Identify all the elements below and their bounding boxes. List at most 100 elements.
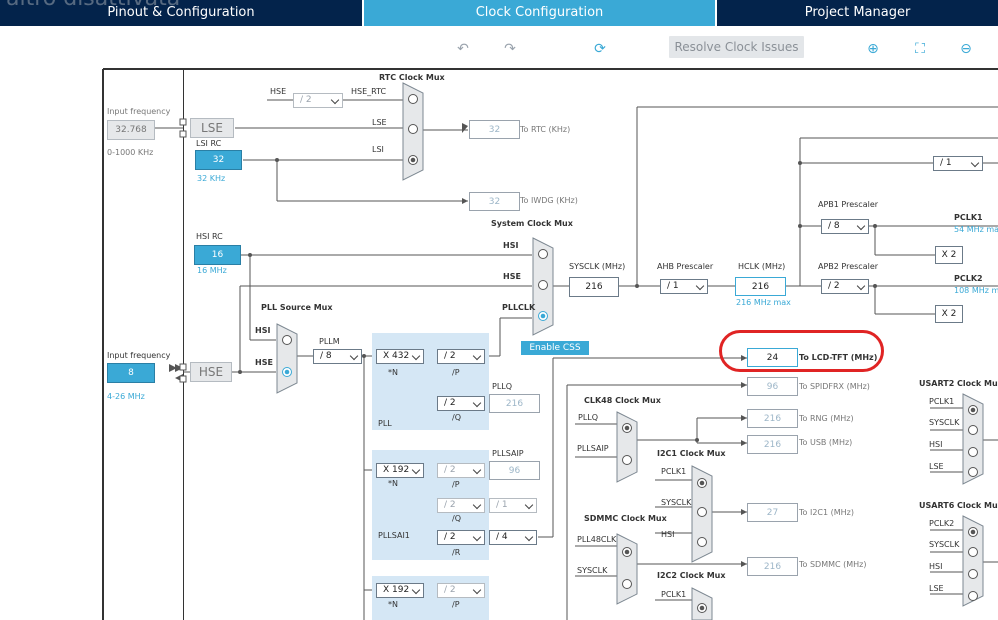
usb-output-value: 216: [747, 435, 798, 454]
pllsai-q-div-select[interactable]: / 1: [489, 498, 537, 513]
sysclk-value: 216: [569, 277, 619, 297]
apb1-prescaler-select[interactable]: / 8: [821, 219, 869, 234]
lse-block: LSE: [190, 118, 234, 138]
pclk2-label: PCLK2: [954, 274, 983, 283]
plln-label: *N: [388, 368, 398, 377]
pllp-select[interactable]: / 2: [437, 349, 485, 364]
i2c1-output-label: To I2C1 (MHz): [799, 508, 854, 517]
i2c1-mux-title: I2C1 Clock Mux: [657, 449, 726, 458]
usart2-hsi-label: HSI: [929, 440, 943, 449]
pllsai-r-select[interactable]: / 2: [437, 530, 485, 545]
spdif-output-label: To SPIDFRX (MHz): [799, 382, 870, 391]
lse-input-frequency-label: Input frequency: [107, 107, 171, 116]
pllm-label: PLLM: [319, 337, 340, 346]
pll-name-label: PLL: [378, 419, 392, 428]
hsi-rc-label: HSI RC: [196, 232, 223, 241]
plli2s-n-label: *N: [388, 600, 398, 609]
rtc-lsi-label: LSI: [372, 145, 384, 154]
pllm-select[interactable]: / 8: [313, 349, 362, 364]
iwdg-output-label: To IWDG (KHz): [520, 196, 578, 205]
enable-css-button[interactable]: Enable CSS: [521, 341, 589, 355]
hsi-rc-value: 16: [194, 245, 241, 265]
pllp-label: /P: [452, 368, 460, 377]
pllsai-r-div-select[interactable]: / 4: [489, 530, 537, 545]
system-clock-mux-title: System Clock Mux: [491, 219, 573, 228]
sysmux-hsi-label: HSI: [503, 241, 519, 250]
pllsai-n-select[interactable]: X 192: [376, 463, 424, 478]
hsi-unit-label: 16 MHz: [197, 266, 227, 275]
clk48-mux-title: CLK48 Clock Mux: [584, 396, 661, 405]
pllsai-q-select[interactable]: / 2: [437, 498, 485, 513]
pllsaip-output-value: 96: [489, 461, 540, 480]
pclk1-max-label: 54 MHz max: [954, 225, 998, 234]
iwdg-output-value: 32: [469, 192, 520, 211]
top-divider-select[interactable]: / 1: [933, 156, 983, 171]
hclk-input[interactable]: 216: [735, 277, 786, 296]
usart6-sysclk-label: SYSCLK: [929, 540, 960, 549]
i2c1-output-value: 27: [747, 503, 798, 522]
hse-block: HSE: [190, 362, 232, 382]
rtc-output-value: 32: [469, 120, 520, 139]
pll-source-mux[interactable]: [276, 323, 298, 394]
lsi-unit-label: 32 KHz: [197, 174, 226, 183]
rtc-hse-rtc-label: HSE_RTC: [351, 87, 387, 96]
sdmmc-sysclk-label: SYSCLK: [577, 566, 608, 575]
apb2-prescaler-label: APB2 Prescaler: [818, 262, 879, 271]
hse-input-frequency-label: Input frequency: [107, 351, 171, 360]
pllsai-p-label: /P: [452, 480, 460, 489]
pllq-label: PLLQ: [492, 382, 513, 391]
ahb-prescaler-label: AHB Prescaler: [657, 262, 714, 271]
lsi-rc-value: 32: [195, 150, 242, 170]
lse-range-label: 0-1000 KHz: [107, 148, 154, 157]
lcd-tft-highlight-annotation: [719, 330, 884, 372]
hse-frequency-input[interactable]: 8: [107, 363, 155, 383]
sdmmc-pll48clk-label: PLL48CLK: [577, 535, 617, 544]
pclk2-max-label: 108 MHz max: [954, 286, 998, 295]
usart6-hsi-label: HSI: [929, 562, 943, 571]
pllq-div-label: /Q: [452, 413, 461, 422]
apb2-prescaler-select[interactable]: / 2: [821, 279, 869, 294]
usart6-mux-title: USART6 Clock Mux: [919, 501, 998, 510]
plli2s-n-select[interactable]: X 192: [376, 583, 424, 598]
apb1-prescaler-label: APB1 Prescaler: [818, 200, 879, 209]
sysmux-hse-label: HSE: [503, 272, 521, 281]
i2c1-pclk1-label: PCLK1: [661, 467, 687, 476]
pllsai-q-label: /Q: [452, 514, 461, 523]
pll-block: [372, 333, 489, 430]
pllsrc-hse-label: HSE: [255, 358, 273, 367]
usart2-pclk1-label: PCLK1: [929, 397, 955, 406]
pllsai-r-label: /R: [452, 548, 461, 557]
spdif-output-value: 96: [747, 377, 798, 396]
plli2s-p-label: /P: [452, 600, 460, 609]
lse-frequency-input[interactable]: 32.768: [107, 120, 155, 140]
usart2-lse-label: LSE: [929, 462, 944, 471]
clk48-pllq-label: PLLQ: [578, 413, 599, 422]
i2c2-mux-title: I2C2 Clock Mux: [657, 571, 726, 580]
hse-range-label: 4-26 MHz: [107, 392, 145, 401]
pllq-select[interactable]: / 2: [437, 396, 485, 411]
usart6-pclk2-label: PCLK2: [929, 519, 955, 528]
pllsrc-hsi-label: HSI: [255, 326, 271, 335]
clk48-mux[interactable]: [616, 411, 638, 483]
sysclk-label: SYSCLK (MHz): [569, 262, 626, 271]
pllsaip-label: PLLSAIP: [492, 449, 524, 458]
i2c1-hsi-label: HSI: [661, 530, 675, 539]
hclk-label: HCLK (MHz): [738, 262, 786, 271]
plln-select[interactable]: X 432: [376, 349, 424, 364]
apb1-timer-multiplier: X 2: [935, 246, 963, 264]
sdmmc-mux[interactable]: [616, 533, 638, 605]
ahb-prescaler-select[interactable]: / 1: [660, 279, 708, 294]
rtc-output-label: To RTC (KHz): [520, 125, 571, 134]
plli2s-p-select[interactable]: / 2: [437, 583, 485, 598]
rtc-lse-label: LSE: [372, 118, 387, 127]
rng-output-value: 216: [747, 409, 798, 428]
sdmmc-output-value: 216: [747, 557, 798, 576]
usb-output-label: To USB (MHz): [799, 438, 853, 447]
sdmmc-mux-title: SDMMC Clock Mux: [584, 514, 667, 523]
lsi-rc-label: LSI RC: [196, 139, 222, 148]
rtc-hse-divider-select[interactable]: / 2: [293, 93, 343, 108]
sdmmc-output-label: To SDMMC (MHz): [799, 560, 867, 569]
pllsai-p-select[interactable]: / 2: [437, 463, 485, 478]
usart6-lse-label: LSE: [929, 584, 944, 593]
sysmux-pllclk-label: PLLCLK: [502, 303, 536, 312]
